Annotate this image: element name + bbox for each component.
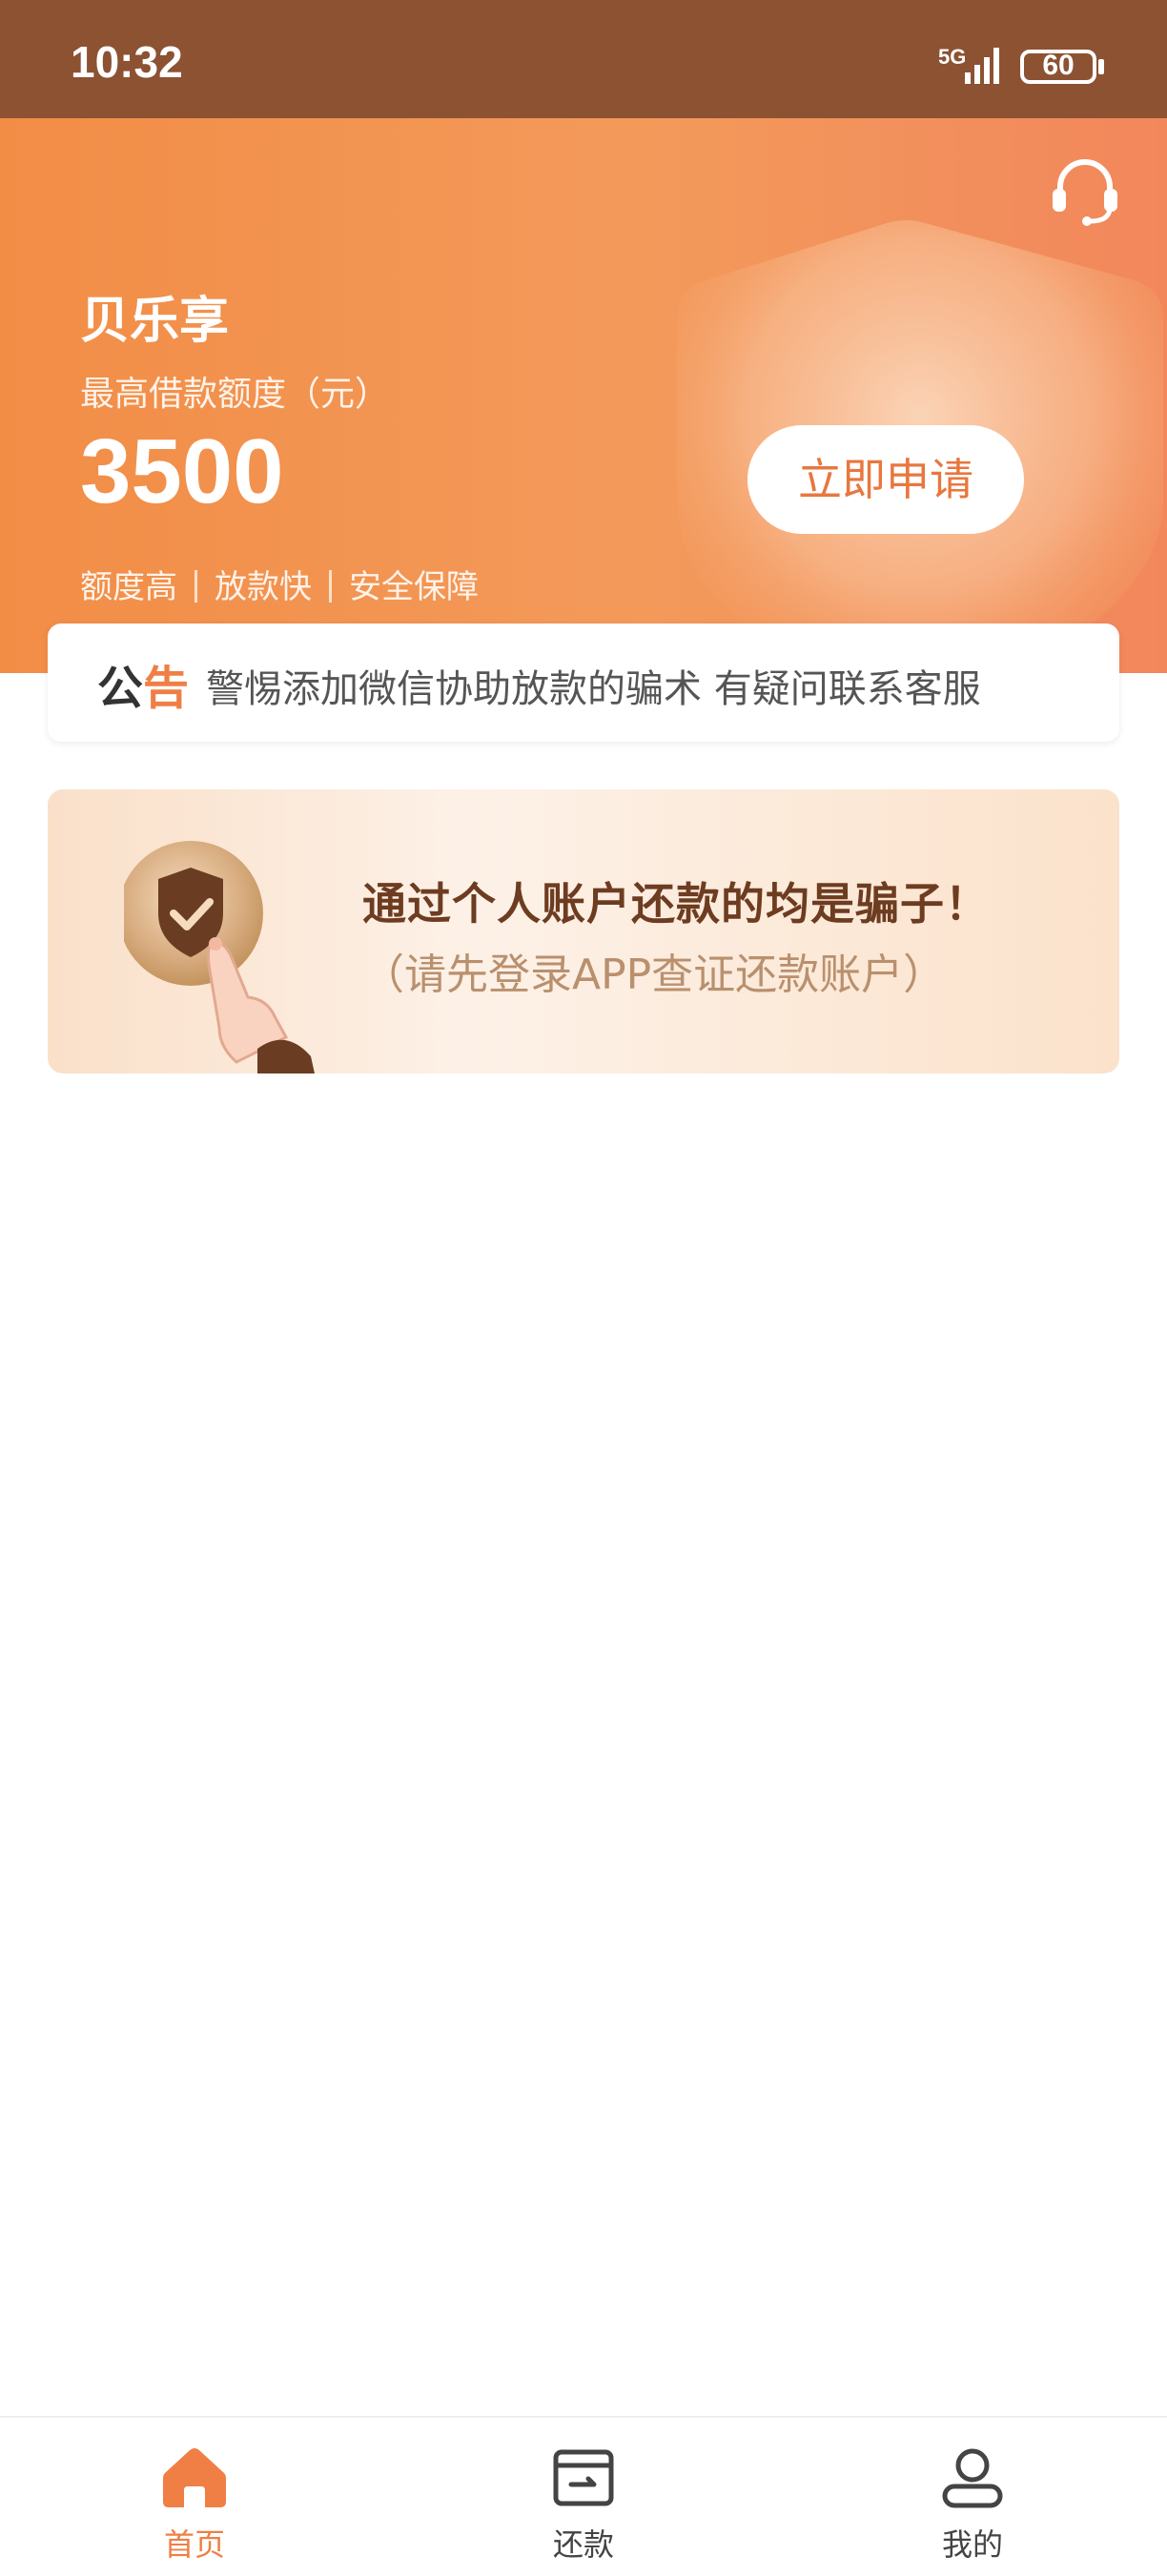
nav-item-repay[interactable]: 还款	[488, 2446, 679, 2576]
fraud-warning-subtitle: （请先登录APP查证还款账户）	[362, 951, 946, 999]
feature-list: 额度高 放款快 安全保障	[80, 561, 479, 607]
nav-item-home[interactable]: 首页	[99, 2446, 290, 2576]
status-bar: 10:32 5G 60	[0, 0, 1167, 118]
notice-tag: 公告	[97, 662, 190, 715]
hero-banner: 贝乐享 最高借款额度（元） 3500 额度高 放款快 安全保障 立即申请	[0, 118, 1167, 673]
fraud-warning-title: 通过个人账户还款的均是骗子！	[362, 878, 990, 930]
nav-item-profile[interactable]: 我的	[877, 2446, 1068, 2576]
feature-item: 额度高	[80, 568, 177, 606]
signal-icon	[965, 48, 999, 84]
shield-check-hand-icon	[124, 841, 315, 1073]
brand-name: 贝乐享	[80, 293, 230, 350]
bottom-nav: 首页 还款 我的	[0, 2416, 1167, 2576]
nav-label-home: 首页	[163, 2526, 225, 2563]
loan-limit-amount: 3500	[80, 420, 284, 522]
nav-label-repay: 还款	[552, 2526, 614, 2563]
headset-icon[interactable]	[1049, 154, 1121, 227]
status-time: 10:32	[71, 37, 183, 87]
apply-now-button[interactable]: 立即申请	[747, 425, 1024, 534]
fraud-warning-banner[interactable]: 通过个人账户还款的均是骗子！ （请先登录APP查证还款账户）	[48, 789, 1119, 1073]
network-type-label: 5G	[938, 45, 967, 69]
battery-level: 60	[1042, 50, 1075, 81]
notice-bar[interactable]: 公告 警惕添加微信协助放款的骗术 有疑问联系客服	[48, 624, 1119, 742]
home-icon	[163, 2448, 226, 2507]
notice-text: 警惕添加微信协助放款的骗术 有疑问联系客服	[206, 667, 981, 711]
nav-label-profile: 我的	[941, 2526, 1003, 2563]
battery-icon: 60	[1020, 50, 1096, 84]
feature-divider	[194, 570, 197, 603]
feature-divider	[329, 570, 332, 603]
feature-item: 放款快	[215, 568, 312, 606]
battery-cap	[1098, 59, 1104, 74]
feature-item: 安全保障	[349, 568, 479, 606]
profile-icon	[942, 2448, 1003, 2508]
repay-card-icon	[553, 2449, 614, 2506]
loan-limit-label: 最高借款额度（元）	[80, 375, 390, 414]
